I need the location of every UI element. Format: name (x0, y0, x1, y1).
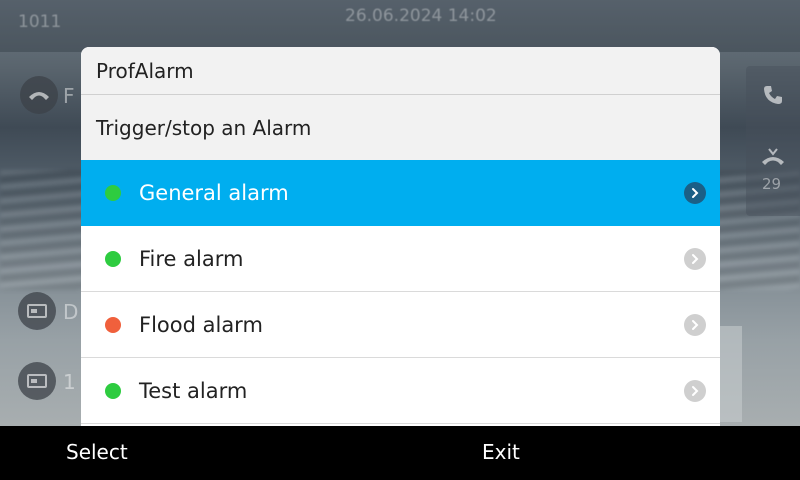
line-key-card-2-icon (18, 362, 56, 400)
dialog-subtitle: Trigger/stop an Alarm (81, 95, 720, 160)
alarm-item-general[interactable]: General alarm (81, 160, 720, 226)
chevron-right-icon (684, 314, 706, 336)
chevron-right-icon (684, 380, 706, 402)
alarm-label: Flood alarm (139, 312, 263, 337)
status-dot (105, 317, 121, 333)
select-softkey[interactable]: Select (66, 440, 128, 464)
background-bar (720, 326, 742, 422)
missed-call-icon (762, 148, 784, 165)
line-key-card-icon (18, 292, 56, 330)
alarm-label: Test alarm (139, 378, 248, 403)
chevron-right-icon (684, 248, 706, 270)
alarm-label: Fire alarm (139, 246, 244, 271)
alarm-item-test[interactable]: Test alarm (81, 358, 720, 424)
phone-extension: 1011 (18, 12, 62, 32)
phone-datetime: 26.06.2024 14:02 (345, 6, 497, 26)
alarm-item-flood[interactable]: Flood alarm (81, 292, 720, 358)
alarm-list: General alarm Fire alarm Flood alarm Tes… (81, 160, 720, 424)
status-dot (105, 185, 121, 201)
exit-softkey[interactable]: Exit (482, 440, 520, 464)
status-dot (105, 251, 121, 267)
alarm-item-fire[interactable]: Fire alarm (81, 226, 720, 292)
line-key-3-label-partial: 1 (63, 370, 76, 394)
dialog-title: ProfAlarm (81, 47, 720, 95)
status-dot (105, 383, 121, 399)
line-key-2-label-partial: D (63, 300, 79, 324)
line-key-phone-icon (20, 76, 58, 114)
chevron-right-icon (684, 182, 706, 204)
right-side-panel (746, 66, 800, 216)
softkey-bar: Select Exit (0, 426, 800, 480)
handset-icon (764, 86, 782, 104)
missed-calls-count: 29 (762, 175, 782, 193)
alarm-label: General alarm (139, 180, 289, 205)
profalarm-dialog: ProfAlarm Trigger/stop an Alarm General … (81, 47, 720, 426)
line-key-label-partial: F (63, 84, 75, 108)
